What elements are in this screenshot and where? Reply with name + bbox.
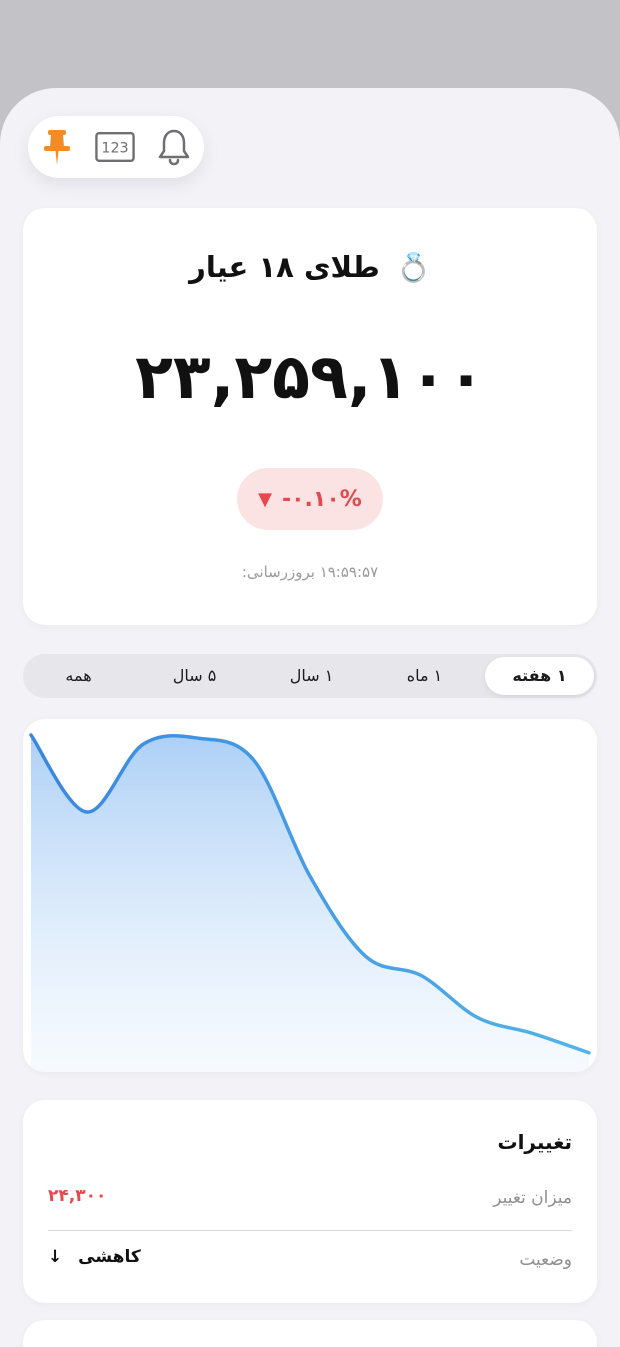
tab-1-week[interactable]: ۱ هفته	[485, 657, 594, 695]
changes-card: تغییرات میزان تغییر ۲۴,۳۰۰ وضعیت کاهشی ↓	[23, 1100, 597, 1303]
tab-1-year[interactable]: ۱ سال	[260, 657, 363, 695]
change-percent: -۰.۱۰%	[282, 486, 362, 512]
notifications-button[interactable]	[154, 127, 194, 167]
down-arrow-icon: ↓	[48, 1247, 63, 1267]
current-price: ۲۳,۲۵۹,۱۰۰	[135, 340, 485, 413]
divider	[48, 1230, 572, 1231]
change-amount-value: ۲۴,۳۰۰	[48, 1186, 107, 1206]
down-triangle-icon: ▼	[258, 488, 272, 510]
last-updated: ۱۹:۵۹:۵۷ بروزرسانی:	[241, 563, 379, 581]
toolbar: 123	[28, 116, 204, 178]
changes-title: تغییرات	[497, 1130, 572, 1154]
numbers-icon: 123	[95, 132, 135, 162]
next-card	[23, 1320, 597, 1347]
chart-svg	[29, 733, 591, 1072]
status-label: وضعیت	[519, 1250, 572, 1270]
price-chart	[23, 719, 597, 1072]
ring-icon: 💍	[395, 251, 431, 284]
bell-icon	[158, 129, 190, 166]
change-amount-label: میزان تغییر	[493, 1188, 572, 1208]
numbers-label: 123	[101, 141, 128, 157]
status-text: کاهشی	[78, 1247, 141, 1267]
tab-1-month[interactable]: ۱ ماه	[373, 657, 476, 695]
tab-5-years[interactable]: ۵ سال	[143, 657, 246, 695]
pin-icon	[44, 130, 70, 165]
asset-name: طلای ۱۸ عیار	[189, 250, 380, 284]
numbers-button[interactable]: 123	[95, 127, 135, 167]
status-value: کاهشی ↓	[48, 1247, 141, 1267]
tab-all[interactable]: همه	[27, 657, 130, 695]
change-badge: ▼ -۰.۱۰%	[237, 468, 383, 530]
period-tabs: ۱ هفته ۱ ماه ۱ سال ۵ سال همه	[23, 654, 597, 698]
asset-title: 💍 طلای ۱۸ عیار	[0, 250, 620, 284]
pin-button[interactable]	[37, 127, 77, 167]
